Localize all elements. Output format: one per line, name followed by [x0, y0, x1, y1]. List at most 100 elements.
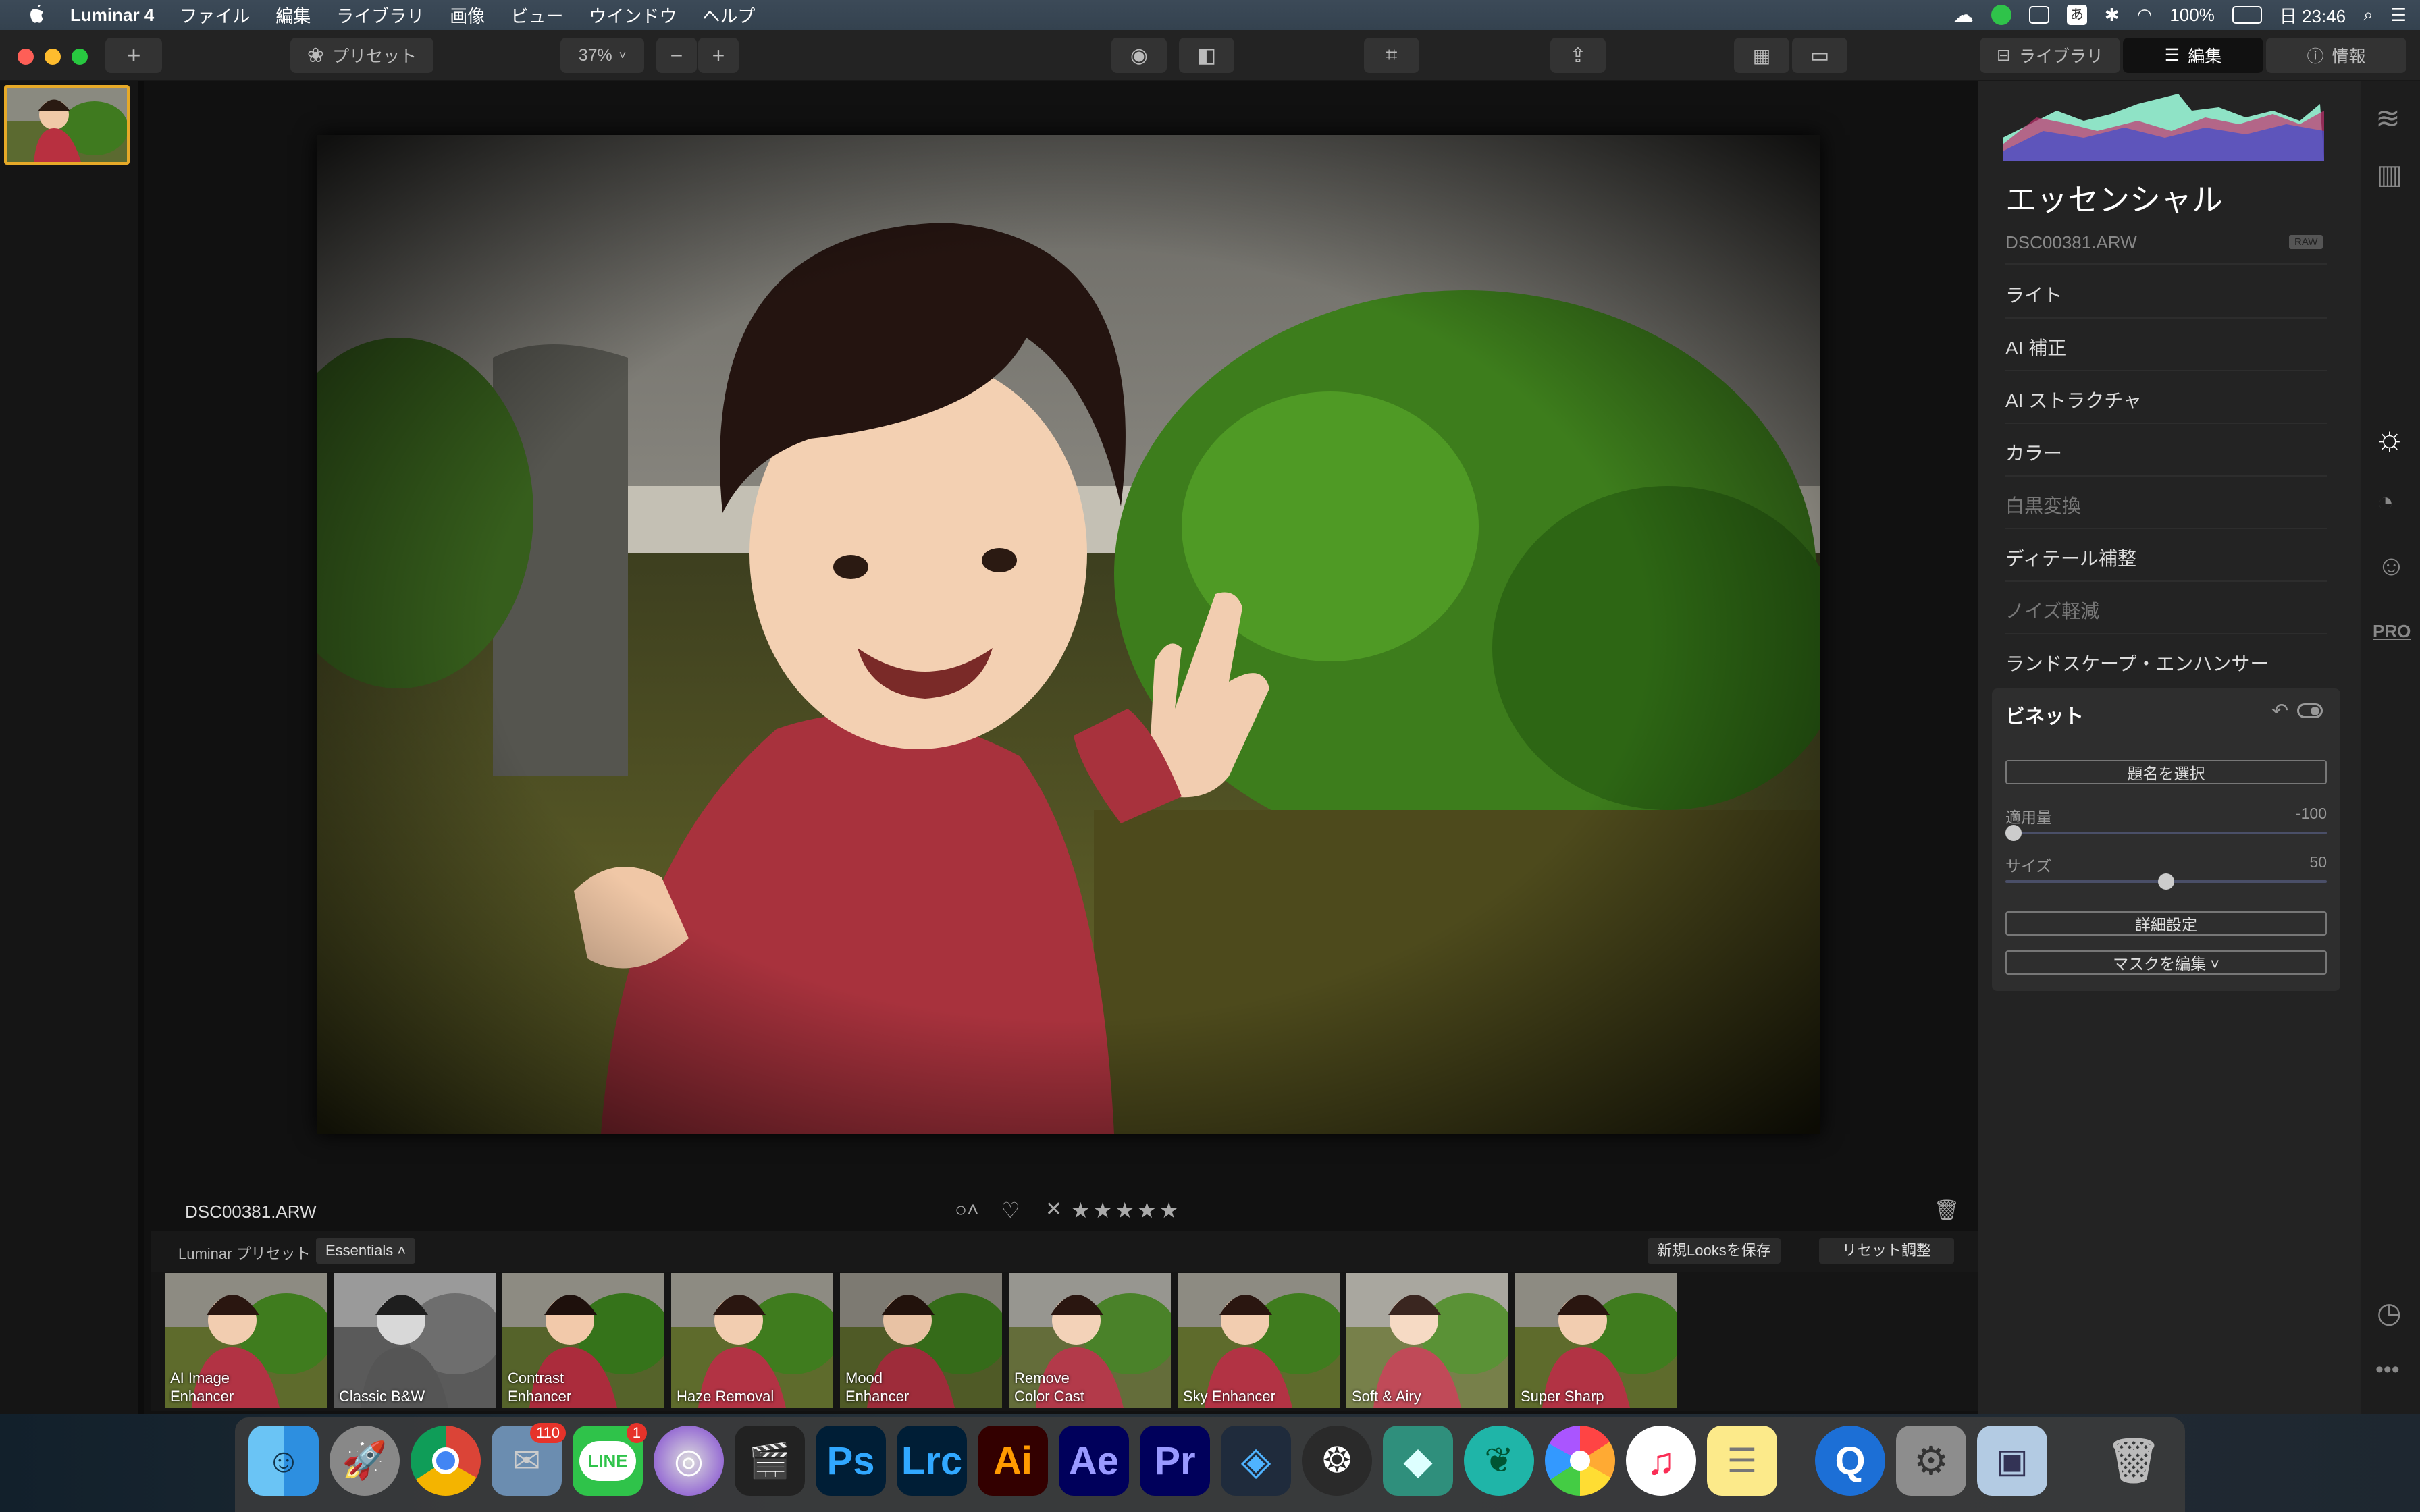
zoom-in-button[interactable]: + [698, 38, 739, 73]
compare-button[interactable]: ◧ [1179, 38, 1234, 73]
portrait-face-icon[interactable]: ☺ [2377, 549, 2406, 582]
preset-classic-bw[interactable]: Classic B&W [334, 1273, 496, 1408]
dock-quicktime[interactable]: Q [1815, 1426, 1885, 1496]
single-view-button[interactable]: ▭ [1792, 38, 1847, 73]
menu-edit[interactable]: 編集 [275, 3, 311, 28]
dock-lightroom-classic[interactable]: Lrc [897, 1426, 967, 1496]
screen-icon[interactable] [2028, 6, 2049, 24]
preset-ai-image-enhancer[interactable]: AI Image Enhancer [165, 1273, 327, 1408]
size-slider-handle[interactable] [2158, 873, 2174, 890]
star-rating-icon[interactable]: ★★★★★ [1071, 1197, 1181, 1223]
spotlight-icon[interactable]: ⌕ [2363, 4, 2373, 26]
essentials-sun-icon[interactable]: ☼ [2374, 418, 2405, 458]
dock-finder[interactable]: ☺ [248, 1426, 319, 1496]
menu-help[interactable]: ヘルプ [702, 3, 755, 28]
close-window-button[interactable] [18, 49, 34, 65]
menu-image[interactable]: 画像 [450, 3, 485, 28]
dock-illustrator[interactable]: Ai [978, 1426, 1048, 1496]
reset-adjustments-button[interactable]: リセット調整 [1819, 1238, 1954, 1264]
tool-bw-conversion[interactable]: 白黒変換 [2005, 491, 2081, 518]
gallery-view-button[interactable]: ▦ [1734, 38, 1789, 73]
zoom-dropdown[interactable]: 37% ˅ [560, 38, 644, 73]
wifi-icon[interactable]: ◠ [2137, 5, 2153, 26]
clock[interactable]: 日 23:46 [2280, 3, 2346, 28]
bluetooth-icon[interactable]: ✱ [2105, 5, 2120, 26]
vignette-title[interactable]: ビネット [2005, 701, 2084, 729]
dock-filmora[interactable]: ◆ [1383, 1426, 1453, 1496]
dock-after-effects[interactable]: Ae [1059, 1426, 1129, 1496]
preset-mood-enhancer[interactable]: Mood Enhancer [840, 1273, 1002, 1408]
dock-line[interactable]: LINE 1 [573, 1423, 647, 1496]
amount-slider-handle[interactable] [2005, 825, 2022, 841]
dock-mindnode[interactable]: ❦ [1464, 1426, 1534, 1496]
reject-icon[interactable]: ✕ [1045, 1197, 1062, 1221]
presets-button[interactable]: ❀ プリセット [290, 38, 433, 73]
amount-slider[interactable] [2005, 825, 2327, 841]
color-label-icon[interactable]: ○˄ [955, 1199, 979, 1222]
line-status-icon[interactable] [1991, 5, 2011, 25]
preview-button[interactable]: ◉ [1111, 38, 1167, 73]
main-photo[interactable] [317, 135, 1820, 1134]
preset-super-sharp[interactable]: Super Sharp [1515, 1273, 1677, 1408]
save-looks-button[interactable]: 新規Looksを保存 [1648, 1238, 1781, 1264]
tool-denoise[interactable]: ノイズ軽減 [2005, 597, 2099, 624]
menu-view[interactable]: ビュー [510, 3, 563, 28]
zoom-window-button[interactable] [72, 49, 88, 65]
dock-photos[interactable] [1545, 1426, 1615, 1496]
favorite-heart-icon[interactable]: ♡ [1001, 1197, 1020, 1223]
add-photos-button[interactable]: + [105, 38, 162, 73]
creative-palette-icon[interactable]: ◔ [2377, 486, 2394, 518]
preset-remove-color-cast[interactable]: Remove Color Cast [1009, 1273, 1171, 1408]
dock-premiere-pro[interactable]: Pr [1140, 1426, 1210, 1496]
tool-ai-enhance[interactable]: AI 補正 [2005, 333, 2066, 360]
preset-soft-airy[interactable]: Soft & Airy [1346, 1273, 1508, 1408]
share-button[interactable]: ⇪ [1550, 38, 1606, 73]
dock-motion[interactable]: ◎ [654, 1426, 724, 1496]
crop-button[interactable]: ⌗ [1364, 38, 1419, 73]
preset-haze-removal[interactable]: Haze Removal [671, 1273, 833, 1408]
creative-cloud-icon[interactable]: ☁ [1953, 3, 1974, 27]
tool-color[interactable]: カラー [2005, 439, 2062, 466]
minimize-window-button[interactable] [45, 49, 61, 65]
pro-icon[interactable]: PRO [2373, 621, 2411, 642]
dock-music[interactable]: ♫ [1626, 1426, 1696, 1496]
dock-notes[interactable]: ☰ [1707, 1426, 1777, 1496]
history-clock-icon[interactable]: ◷ [2377, 1296, 2402, 1329]
tool-light[interactable]: ライト [2005, 281, 2062, 308]
select-subject-button[interactable]: 題名を選択 [2005, 760, 2327, 784]
menu-library[interactable]: ライブラリ [336, 3, 424, 28]
advanced-settings-button[interactable]: 詳細設定 [2005, 911, 2327, 936]
battery-percent[interactable]: 100% [2169, 5, 2215, 26]
tab-library[interactable]: ⊟ ライブラリ [1980, 38, 2120, 73]
tab-info[interactable]: ⓘ 情報 [2266, 38, 2406, 73]
menu-file[interactable]: ファイル [180, 3, 250, 28]
tool-ai-structure[interactable]: AI ストラクチャ [2005, 386, 2142, 413]
notification-center-icon[interactable]: ☰ [2391, 5, 2406, 26]
dock-launchpad[interactable]: 🚀 [330, 1426, 400, 1496]
edit-mask-button[interactable]: マスクを編集 ˅ [2005, 950, 2327, 975]
menu-app-name[interactable]: Luminar 4 [70, 5, 154, 26]
dock-final-cut[interactable]: 🎬 [735, 1426, 805, 1496]
zoom-out-button[interactable]: − [656, 38, 697, 73]
apple-icon[interactable] [27, 3, 47, 26]
dock-photoshop[interactable]: Ps [816, 1426, 886, 1496]
size-slider[interactable] [2005, 873, 2327, 890]
dock-chrome[interactable] [411, 1426, 481, 1496]
battery-icon[interactable] [2232, 6, 2262, 24]
preset-collection-dropdown[interactable]: Essentials ˄ [316, 1238, 416, 1264]
more-icon[interactable]: ••• [2375, 1357, 2400, 1383]
dock-davinci-resolve[interactable]: ❂ [1302, 1426, 1372, 1496]
dock-preview[interactable]: ▣ [1977, 1426, 2047, 1496]
filmstrip-thumbnail[interactable] [4, 85, 130, 165]
preset-contrast-enhancer[interactable]: Contrast Enhancer [502, 1273, 664, 1408]
dock-trash[interactable]: 🗑 [2099, 1426, 2169, 1496]
tab-edit[interactable]: ☰ 編集 [2123, 38, 2263, 73]
dock-system-preferences[interactable]: ⚙ [1896, 1426, 1966, 1496]
toggle-icon[interactable] [2297, 703, 2323, 718]
preset-sky-enhancer[interactable]: Sky Enhancer [1178, 1273, 1340, 1408]
dock-layers-app[interactable]: ◈ [1221, 1426, 1291, 1496]
trash-icon[interactable]: 🗑 [1934, 1199, 1959, 1222]
layers-icon[interactable]: ≋ [2375, 101, 2400, 136]
dock-mail[interactable]: ✉ 110 [492, 1423, 566, 1496]
tool-landscape-enhancer[interactable]: ランドスケープ・エンハンサー [2005, 649, 2269, 676]
